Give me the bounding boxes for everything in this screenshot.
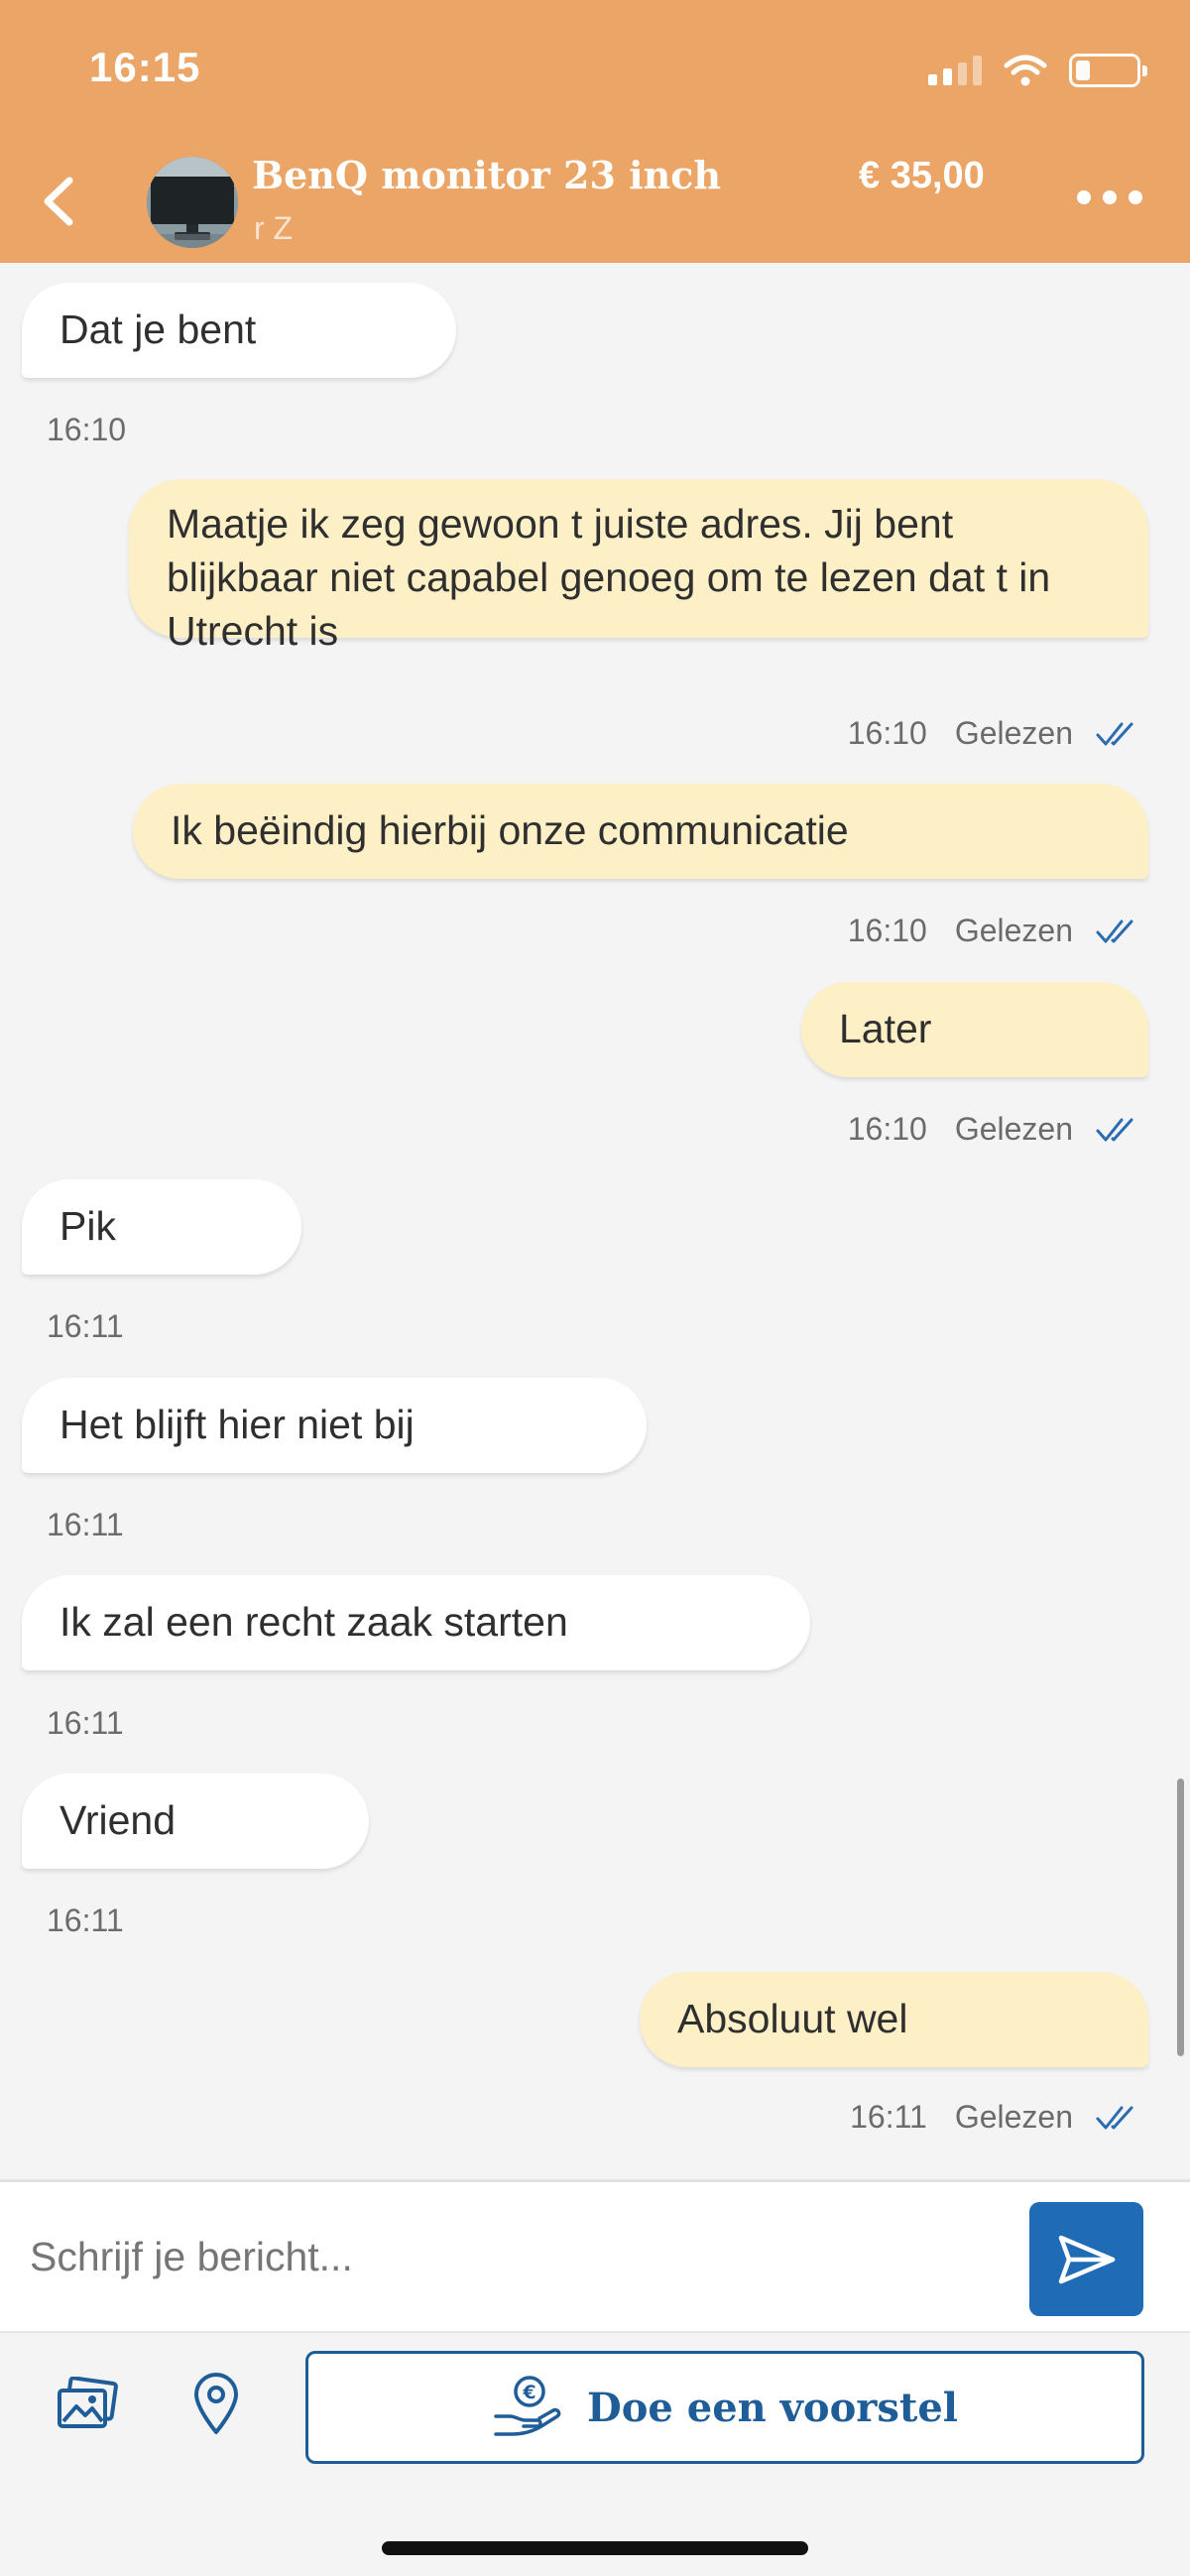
message-bubble-outgoing: Absoluut wel — [640, 1972, 1148, 2067]
message-time: 16:10 — [847, 715, 927, 751]
svg-text:€: € — [522, 2382, 536, 2403]
listing-title[interactable]: BenQ monitor 23 inch — [252, 153, 721, 197]
double-check-icon — [1096, 722, 1133, 745]
message-bubble-outgoing: Ik beëindig hierbij onze communicatie — [133, 784, 1148, 879]
make-offer-label: Doe een voorstel — [587, 2384, 958, 2431]
home-indicator[interactable] — [382, 2541, 808, 2555]
message-time: 16:11 — [47, 1308, 124, 1344]
message-time: 16:11 — [47, 1705, 124, 1741]
composer-actions: € Doe een voorstel — [0, 2333, 1190, 2477]
signal-icon — [928, 56, 982, 85]
read-status: Gelezen — [954, 715, 1073, 751]
message-meta: 16:10 Gelezen — [848, 913, 1140, 949]
message-time: 16:10 — [847, 913, 927, 948]
message-text: Ik beëindig hierbij onze communicatie — [171, 807, 849, 853]
double-check-icon — [1096, 1118, 1133, 1141]
double-check-icon — [1096, 920, 1133, 942]
message-bubble-outgoing: Later — [801, 982, 1148, 1077]
send-icon — [1058, 2235, 1115, 2283]
status-time: 16:15 — [89, 44, 201, 90]
scrollbar[interactable] — [1177, 1779, 1184, 2056]
image-icon — [58, 2377, 118, 2428]
monitor-image — [147, 157, 238, 248]
message-meta: 16:10 Gelezen — [848, 1111, 1140, 1148]
message-meta: 16:11 — [47, 1902, 124, 1939]
chevron-left-icon — [44, 177, 73, 226]
message-time: 16:11 — [47, 1902, 124, 1938]
euro-hand-icon: € — [494, 2376, 561, 2436]
battery-icon — [1069, 54, 1147, 87]
share-location-button[interactable] — [177, 2365, 256, 2444]
message-bubble-incoming: Het blijft hier niet bij — [22, 1378, 647, 1473]
map-pin-icon — [194, 2373, 238, 2434]
more-dots-icon — [1077, 190, 1091, 204]
status-icons — [928, 54, 1147, 87]
message-bubble-incoming: Ik zal een recht zaak starten — [22, 1575, 810, 1670]
message-meta: 16:10 Gelezen — [848, 715, 1140, 752]
message-bubble-incoming: Dat je bent — [22, 283, 456, 378]
message-meta: 16:10 — [47, 412, 126, 448]
message-meta: 16:11 — [47, 1507, 124, 1543]
message-time: 16:11 — [47, 1507, 124, 1542]
message-text: Later — [839, 1006, 932, 1051]
listing-thumbnail[interactable] — [147, 157, 238, 248]
message-text: Maatje ik zeg gewoon t juiste adres. Jij… — [167, 501, 1051, 654]
message-text: Vriend — [60, 1797, 176, 1843]
double-check-icon — [1096, 2106, 1133, 2129]
send-button[interactable] — [1029, 2202, 1143, 2316]
add-photo-button[interactable] — [48, 2365, 127, 2444]
more-options-button[interactable] — [1077, 184, 1142, 210]
seller-name: r Z — [254, 210, 294, 246]
message-list[interactable]: Dat je bent 16:10 Maatje ik zeg gewoon t… — [0, 263, 1190, 2179]
message-text: Ik zal een recht zaak starten — [60, 1599, 568, 1645]
back-button[interactable] — [30, 167, 89, 236]
message-time: 16:10 — [847, 1111, 927, 1147]
listing-price: € 35,00 — [859, 155, 985, 196]
message-time: 16:11 — [850, 2099, 927, 2135]
message-text: Pik — [60, 1203, 116, 1249]
message-text: Het blijft hier niet bij — [60, 1402, 415, 1447]
read-status: Gelezen — [954, 2099, 1073, 2135]
message-meta: 16:11 Gelezen — [850, 2099, 1140, 2136]
message-input[interactable] — [30, 2212, 1002, 2301]
message-text: Absoluut wel — [677, 1996, 908, 2041]
message-bubble-outgoing: Maatje ik zeg gewoon t juiste adres. Jij… — [129, 479, 1148, 654]
read-status: Gelezen — [954, 913, 1073, 948]
chat-header: 16:15 BenQ monitor 23 inch r Z € 35,00 — [0, 0, 1190, 263]
composer-bar — [0, 2179, 1190, 2333]
message-meta: 16:11 — [47, 1705, 124, 1742]
message-bubble-incoming: Vriend — [22, 1774, 369, 1869]
message-text: Dat je bent — [60, 307, 257, 352]
message-meta: 16:11 — [47, 1308, 124, 1345]
message-time: 16:10 — [47, 412, 127, 447]
wifi-icon — [1004, 55, 1047, 86]
message-bubble-incoming: Pik — [22, 1179, 301, 1275]
read-status: Gelezen — [954, 1111, 1073, 1147]
make-offer-button[interactable]: € Doe een voorstel — [305, 2351, 1144, 2464]
